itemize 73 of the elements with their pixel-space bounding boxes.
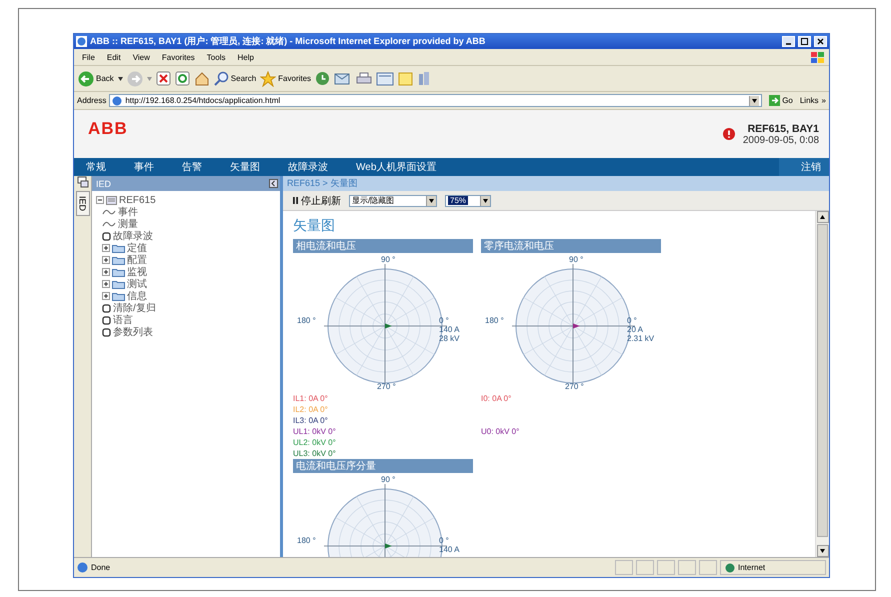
scale-reading: 20 A [627,325,644,334]
breadcrumb: REF615 > 矢量图 [283,176,829,191]
date-time: 2009-09-05, 0:08 [742,134,819,146]
nav-item[interactable]: 告警 [182,160,202,174]
legend-item: UL2: 0kV 0° [293,438,336,447]
angle-label: 0 ° [439,316,449,325]
tree-item[interactable]: 测量 [118,217,138,231]
scale-reading: 140 A [439,545,460,554]
tree-item[interactable]: 信息 [127,289,147,303]
panel-header: 电流和电压序分量 [293,459,473,473]
back-button[interactable]: Back [78,70,114,86]
panel-header: 零序电流和电压 [481,239,661,253]
panel-title: IED [96,178,112,188]
go-button[interactable]: Go [765,95,797,106]
status-text: Done [91,563,110,572]
page-title: 矢量图 [293,217,336,235]
legend-item: IL3: 0A 0° [293,416,328,425]
security-zone: Internet [738,563,766,572]
tree-item[interactable]: 语言 [113,313,133,327]
links-label[interactable]: Links [800,96,819,105]
tree-item[interactable]: 定值 [127,241,147,255]
address-label: Address [77,96,106,105]
angle-label: 0 ° [439,536,449,545]
device-name: REF615, BAY1 [748,122,819,134]
tree-item[interactable]: 监视 [127,265,147,279]
nav-item[interactable]: Web人机界面设置 [356,160,436,174]
side-tab[interactable]: IED [76,191,90,216]
angle-label: 90 ° [569,255,584,264]
tree-item[interactable]: 故障录波 [113,229,153,243]
tree-item[interactable]: 参数列表 [113,325,153,339]
angle-label: 0 ° [627,316,637,325]
nav-item[interactable]: 故障录波 [288,160,328,174]
scale-reading: 140 A [439,325,460,334]
tree-item[interactable]: 测试 [127,277,147,291]
search-button[interactable]: Search [214,71,256,86]
legend-item: IL2: 0A 0° [293,405,328,414]
window-title: ABB :: REF615, BAY1 (用户: 管理员, 连接: 就绪) - Microsoft Internet Explorer provided by ABB [90,35,486,48]
scale-reading: 28 kV [439,334,460,343]
legend-item: U0: 0kV 0° [481,427,520,436]
legend-item: UL3: 0kV 0° [293,449,336,458]
nav-item[interactable]: 矢量图 [230,160,260,174]
tree-item[interactable]: 配置 [127,253,147,267]
legend-item: I0: 0A 0° [481,394,512,403]
address-field[interactable]: http://192.168.0.254/htdocs/application.html [109,94,762,107]
angle-label: 180 ° [297,536,316,545]
scale-reading: 2.31 kV [627,334,654,343]
tree-item[interactable]: 清除/复归 [113,301,156,315]
menu-item[interactable]: View [126,52,156,62]
zoom-select[interactable]: 75% [445,194,491,206]
logout-link[interactable]: 注销 [779,158,829,176]
angle-label: 270 ° [377,382,396,391]
menu-item[interactable]: Edit [100,52,127,62]
angle-label: 180 ° [297,316,316,325]
menu-item[interactable]: Help [231,52,260,62]
angle-label: 90 ° [381,475,396,484]
favorites-button[interactable]: Favorites [260,70,312,86]
nav-item[interactable]: 常规 [86,160,106,174]
stop-refresh-button[interactable]: 停止刷新 [293,194,341,208]
angle-label: 180 ° [485,316,504,325]
menu-item[interactable]: Tools [200,52,232,62]
chevron-text[interactable]: » [822,96,826,105]
angle-label: 270 ° [565,382,584,391]
nav-item[interactable]: 事件 [134,160,154,174]
legend-item: UL1: 0kV 0° [293,427,336,436]
menu-item[interactable]: File [76,52,101,62]
tree-item[interactable]: REF615 [119,194,156,206]
legend-item: IL1: 0A 0° [293,394,328,403]
company-logo: ABB [88,119,129,139]
angle-label: 90 ° [381,255,396,264]
tree-item[interactable]: 事件 [118,205,138,219]
view-select[interactable]: 显示/隐藏图 [349,194,437,206]
menu-item[interactable]: Favorites [156,52,201,62]
panel-header: 相电流和电压 [293,239,473,253]
